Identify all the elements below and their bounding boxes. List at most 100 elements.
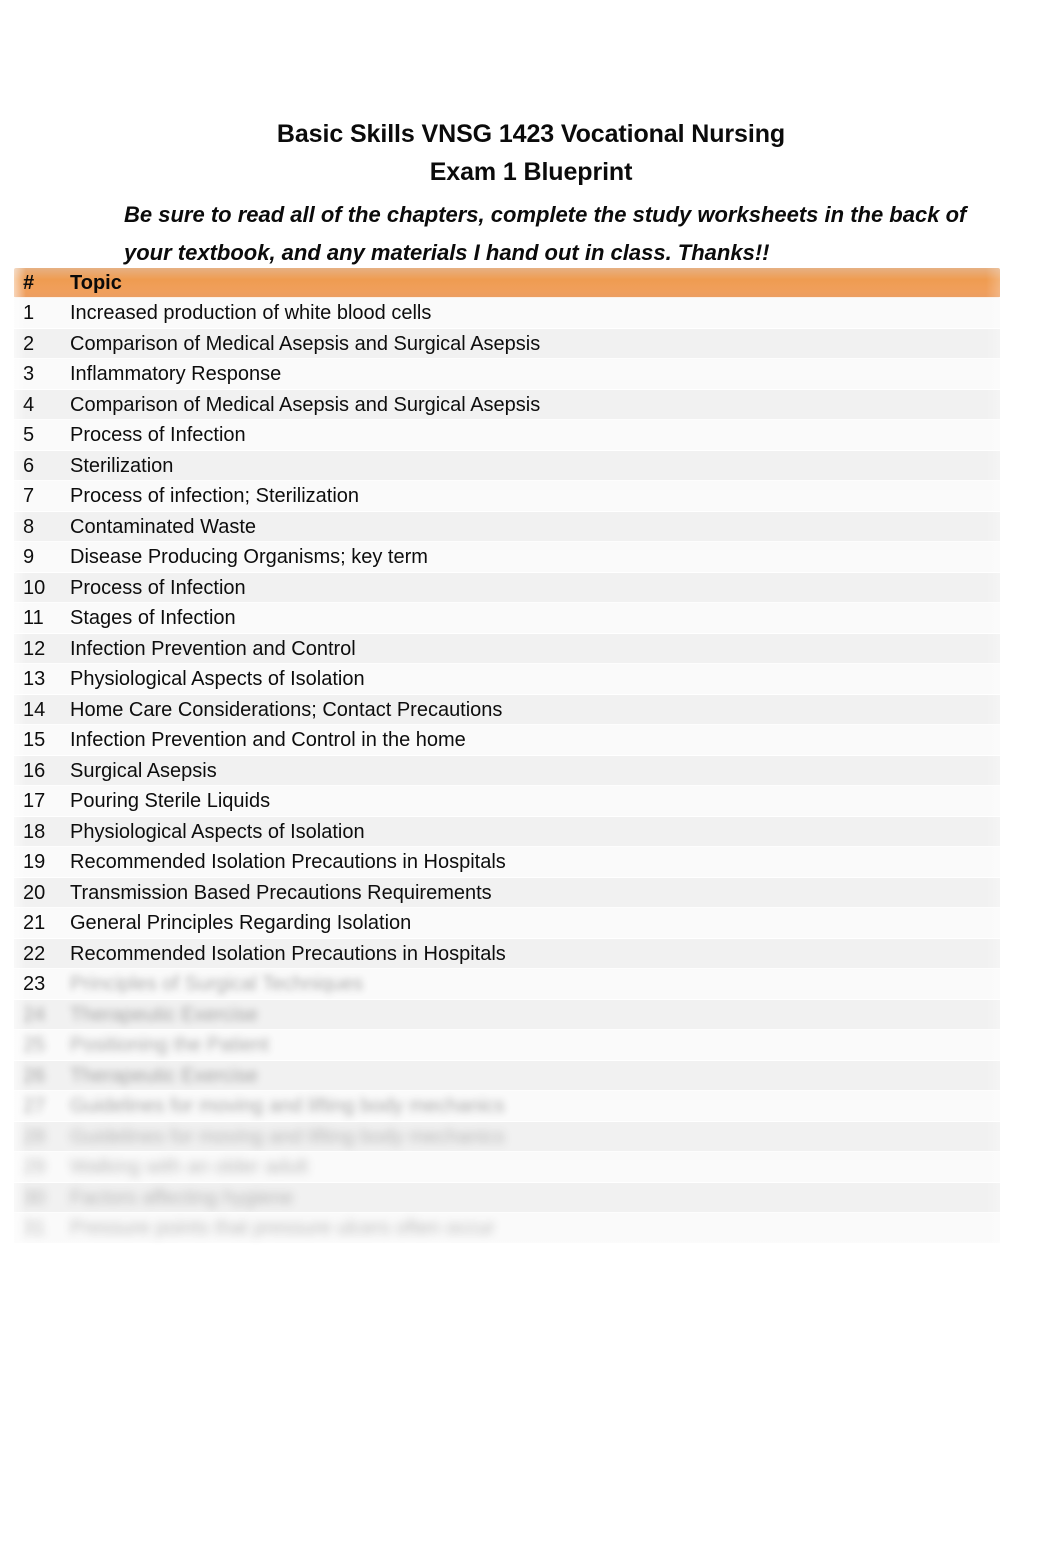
row-number: 14: [23, 698, 46, 721]
row-number: 1: [23, 302, 35, 325]
row-topic: Inflammatory Response: [70, 364, 282, 385]
row-number: 15: [23, 729, 46, 752]
subtitle-line-2: your textbook, and any materials I hand …: [124, 240, 770, 265]
table-row: 3 Inflammatory Response: [14, 359, 1000, 390]
row-number: 31: [23, 1217, 46, 1240]
row-number: 10: [23, 576, 46, 599]
row-topic: Disease Producing Organisms; key term: [70, 547, 428, 568]
row-number: 26: [23, 1064, 46, 1087]
row-topic: Increased production of white blood cell…: [70, 303, 432, 324]
page-edge-fade-bottom: [0, 1236, 1062, 1296]
table-row: 24 Therapeutic Exercise: [14, 999, 1000, 1030]
row-number: 13: [23, 668, 46, 691]
row-topic: Process of Infection: [70, 577, 246, 598]
row-number: 16: [23, 759, 46, 782]
row-number: 20: [23, 881, 46, 904]
row-topic: Process of Infection: [70, 425, 246, 446]
table-row: 6 Sterilization: [14, 450, 1000, 481]
table-row: 5 Process of Infection: [14, 420, 1000, 451]
table-row: 10 Process of Infection: [14, 572, 1000, 603]
row-topic: Infection Prevention and Control: [70, 638, 356, 659]
row-topic: Stages of Infection: [70, 608, 236, 629]
table-row: 12 Infection Prevention and Control: [14, 633, 1000, 664]
document-page: Basic Skills VNSG 1423 Vocational Nursin…: [0, 0, 1062, 1556]
row-topic: Walking with an older adult: [70, 1157, 309, 1178]
row-number: 21: [23, 912, 46, 935]
row-topic: Contaminated Waste: [70, 516, 257, 537]
row-number: 11: [23, 607, 44, 630]
row-topic: General Principles Regarding Isolation: [70, 913, 412, 934]
page-title-line-1: Basic Skills VNSG 1423 Vocational Nursin…: [276, 120, 786, 148]
row-number: 7: [23, 485, 35, 508]
row-topic: Surgical Asepsis: [70, 760, 217, 781]
row-number: 28: [23, 1125, 46, 1148]
row-topic: Pouring Sterile Liquids: [70, 791, 271, 812]
row-number: 22: [23, 942, 46, 965]
row-number: 23: [23, 973, 46, 996]
table-row: 11 Stages of Infection: [14, 603, 1000, 634]
document-subtitle: Be sure to read all of the chapters, com…: [124, 196, 967, 272]
table-header-row: # Topic: [14, 268, 1000, 298]
row-number: 6: [23, 454, 35, 477]
row-number: 12: [23, 637, 46, 660]
table-row: 17 Pouring Sterile Liquids: [14, 786, 1000, 817]
table-row: 27 Guidelines for moving and lifting body…: [14, 1091, 1000, 1122]
row-number: 18: [23, 820, 46, 843]
row-number: 17: [23, 790, 46, 813]
row-topic: Physiological Aspects of Isolation: [70, 669, 365, 690]
table-row: 20 Transmission Based Precautions Require…: [14, 877, 1000, 908]
row-topic: Guidelines for moving and lifting body m…: [70, 1126, 505, 1147]
table-row: 15 Infection Prevention and Control in th…: [14, 725, 1000, 756]
row-topic: Physiological Aspects of Isolation: [70, 821, 365, 842]
table-row: 19 Recommended Isolation Precautions in H…: [14, 847, 1000, 878]
row-topic: Comparison of Medical Asepsis and Surgic…: [70, 394, 541, 415]
row-number: 5: [23, 424, 35, 447]
row-number: 27: [23, 1095, 46, 1118]
table-row: 30 Factors affecting hygiene: [14, 1182, 1000, 1213]
table-row: 29 Walking with an older adult: [14, 1152, 1000, 1183]
table-row: 4 Comparison of Medical Asepsis and Surgi…: [14, 389, 1000, 420]
row-number: 30: [23, 1186, 46, 1209]
table-row: 18 Physiological Aspects of Isolation: [14, 816, 1000, 847]
document-heading: Basic Skills VNSG 1423 Vocational Nursin…: [0, 115, 1062, 191]
row-topic: Guidelines for moving and lifting body m…: [70, 1096, 505, 1117]
row-number: 9: [23, 546, 35, 569]
table-row: 25 Positioning the Patient: [14, 1030, 1000, 1061]
row-topic: Pressure points that pressure ulcers oft…: [70, 1218, 495, 1239]
row-number: 29: [23, 1156, 46, 1179]
row-number: 25: [23, 1034, 46, 1057]
column-header-number: #: [23, 272, 35, 294]
row-topic: Home Care Considerations; Contact Precau…: [70, 699, 503, 720]
table-row: 28 Guidelines for moving and lifting body…: [14, 1121, 1000, 1152]
row-number: 8: [23, 515, 35, 538]
row-topic: Transmission Based Precautions Requireme…: [70, 882, 492, 903]
table-row: 1 Increased production of white blood cel…: [14, 298, 1000, 329]
subtitle-line-1: Be sure to read all of the chapters, com…: [124, 202, 967, 227]
table-body: 1 Increased production of white blood cel…: [14, 298, 1000, 1244]
table-row: 26 Therapeutic Exercise: [14, 1060, 1000, 1091]
table-row: 23 Principles of Surgical Techniques: [14, 969, 1000, 1000]
row-topic: Process of infection; Sterilization: [70, 486, 360, 507]
table-row: 2 Comparison of Medical Asepsis and Surgi…: [14, 328, 1000, 359]
table-row: 13 Physiological Aspects of Isolation: [14, 664, 1000, 695]
row-number: 2: [23, 332, 35, 355]
row-number: 24: [23, 1003, 46, 1026]
table-row: 21 General Principles Regarding Isolation: [14, 908, 1000, 939]
page-title-line-2: Exam 1 Blueprint: [429, 158, 633, 186]
table-row: 7 Process of infection; Sterilization: [14, 481, 1000, 512]
table-row: 14 Home Care Considerations; Contact Prec…: [14, 694, 1000, 725]
table-row: 8 Contaminated Waste: [14, 511, 1000, 542]
row-topic: Recommended Isolation Precautions in Hos…: [70, 852, 506, 873]
row-topic: Sterilization: [70, 455, 174, 476]
table-row: 31 Pressure points that pressure ulcers o…: [14, 1213, 1000, 1244]
row-topic: Principles of Surgical Techniques: [70, 974, 364, 995]
row-topic: Comparison of Medical Asepsis and Surgic…: [70, 333, 541, 354]
table-row: 9 Disease Producing Organisms; key term: [14, 542, 1000, 573]
table-row: 22 Recommended Isolation Precautions in H…: [14, 938, 1000, 969]
row-topic: Therapeutic Exercise: [70, 1065, 258, 1086]
row-topic: Infection Prevention and Control in the …: [70, 730, 466, 751]
row-topic: Factors affecting hygiene: [70, 1187, 294, 1208]
column-header-topic: Topic: [70, 273, 122, 293]
row-topic: Therapeutic Exercise: [70, 1004, 258, 1025]
row-number: 19: [23, 851, 46, 874]
